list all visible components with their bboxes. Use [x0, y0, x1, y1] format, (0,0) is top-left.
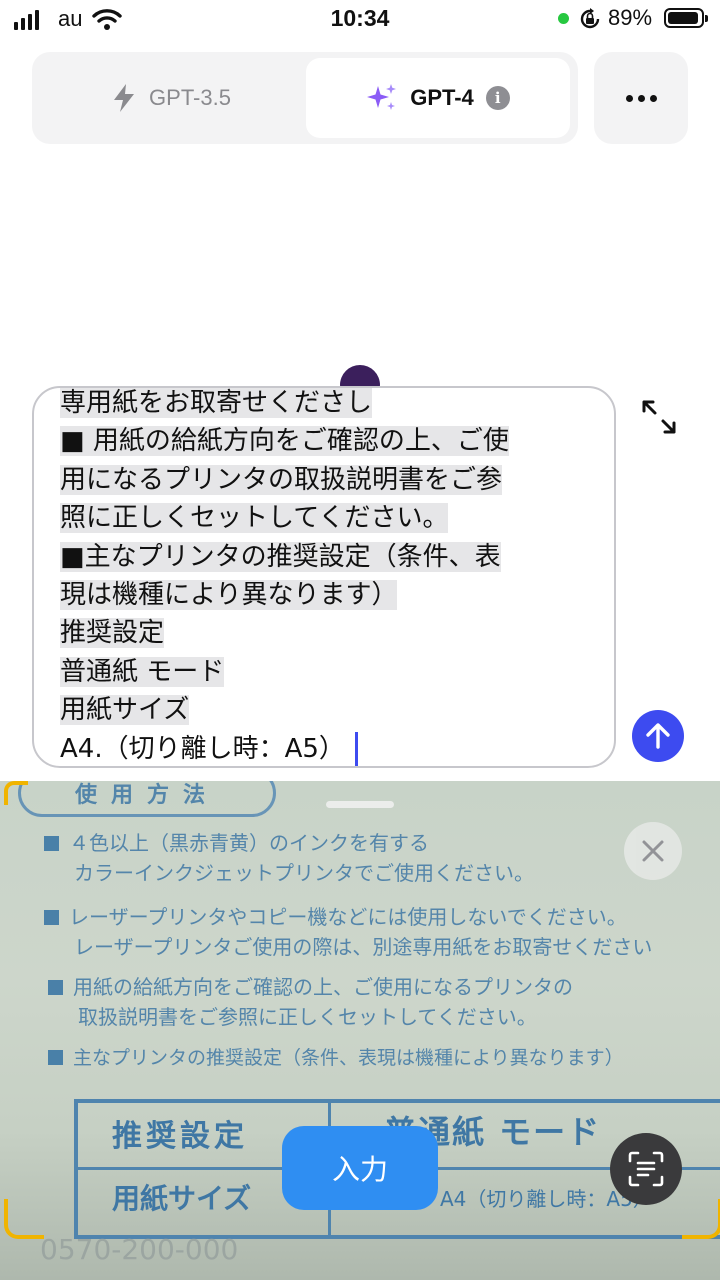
scan-corner: [4, 1199, 44, 1239]
expand-icon[interactable]: [638, 396, 680, 438]
document-line: 取扱説明書をご参照に正しくセットしてください。: [78, 1005, 537, 1029]
close-icon: [642, 840, 664, 862]
sheet-drag-handle[interactable]: [326, 801, 394, 808]
more-dots-icon: [625, 94, 633, 102]
camera-in-use-indicator: [558, 13, 569, 24]
text-scan-button[interactable]: [610, 1133, 682, 1205]
text-line: 推奨設定: [60, 618, 165, 649]
model-option-label: GPT-4: [410, 85, 474, 110]
document-line: 0570-200-000: [40, 1233, 239, 1266]
model-option-gpt-4[interactable]: GPT-4 i: [306, 58, 570, 138]
text-line: 普通紙 モード: [60, 656, 225, 687]
sparkle-icon: [367, 84, 397, 110]
document-line: レーザープリンタご使用の際は、別途専用紙をお取寄せください: [74, 935, 653, 959]
more-options-button[interactable]: [594, 52, 688, 144]
orientation-lock-icon: [580, 8, 600, 29]
info-icon[interactable]: i: [485, 86, 510, 110]
message-input[interactable]: 専用紙をお取寄せくださし ■ 用紙の給紙方向をご確認の上、ご使 用になるプリンタ…: [32, 386, 616, 768]
table-cell: 用紙サイズ: [112, 1182, 252, 1215]
insert-text-button[interactable]: 入力: [282, 1126, 438, 1210]
text-cursor: [354, 732, 358, 766]
text-line: 専用紙をお取寄せくださし: [60, 388, 373, 418]
document-heading: 使用方法: [18, 781, 276, 817]
close-button[interactable]: [624, 822, 682, 880]
text-line: ■主なプリンタの推奨設定（条件、表: [60, 541, 501, 572]
model-switch: GPT-3.5 GPT-4 i: [32, 52, 578, 144]
model-option-label: GPT-3.5: [149, 85, 231, 110]
text-line: 現は機種により異なります）: [60, 580, 398, 611]
table-cell: 推奨設定: [112, 1119, 248, 1154]
text-line: 照に正しくセットしてください。: [60, 503, 449, 534]
camera-preview: 使用方法 ４色以上（黒赤青黄）のインクを有する カラーインクジェットプリンタでご…: [0, 781, 720, 1280]
battery-percent: 89%: [608, 5, 653, 30]
battery-icon: [664, 8, 708, 28]
text-scan-icon: [628, 1151, 664, 1187]
text-line: 用紙サイズ: [60, 695, 190, 726]
document-line: 主なプリンタの推奨設定（条件、表現は機種により異なります）: [48, 1043, 624, 1070]
text-line: ■ 用紙の給紙方向をご確認の上、ご使: [60, 426, 509, 457]
lightning-icon: [114, 84, 135, 112]
text-line-current: A4.（切り離し時：A5）: [60, 730, 590, 766]
text-line: A4.（切り離し時：A5）: [60, 733, 345, 764]
model-option-gpt-3-5[interactable]: GPT-3.5: [38, 58, 304, 138]
send-button[interactable]: [632, 710, 684, 762]
text-line: 用になるプリンタの取扱説明書をご参: [60, 464, 503, 495]
document-line: 用紙の給紙方向をご確認の上、ご使用になるプリンタの: [48, 971, 573, 1000]
document-line: カラーインクジェットプリンタでご使用ください。: [74, 861, 534, 885]
message-text: 専用紙をお取寄せくださし ■ 用紙の給紙方向をご確認の上、ご使 用になるプリンタ…: [60, 388, 590, 766]
document-line: レーザープリンタやコピー機などには使用しないでください。: [44, 901, 627, 930]
status-bar: au 10:34 89%: [0, 0, 720, 40]
scan-corner: [4, 781, 28, 805]
arrow-up-icon: [646, 723, 670, 749]
scan-corner: [682, 1199, 720, 1239]
document-line: ４色以上（黒赤青黄）のインクを有する: [44, 827, 429, 856]
